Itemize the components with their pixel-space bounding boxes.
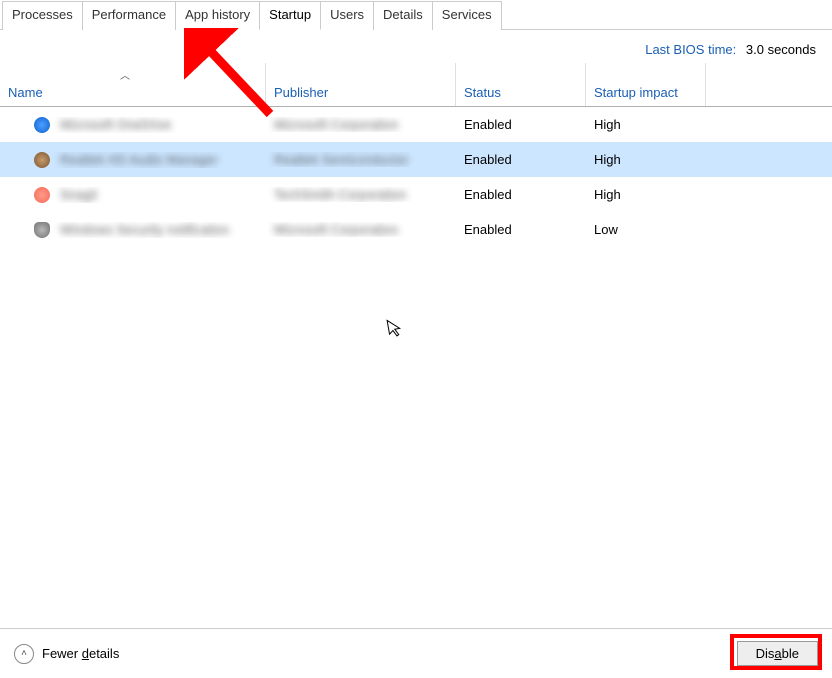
- startup-row[interactable]: Microsoft OneDrive Microsoft Corporation…: [0, 107, 832, 142]
- app-name: Microsoft OneDrive: [60, 117, 171, 132]
- tab-services[interactable]: Services: [432, 1, 502, 30]
- startup-row[interactable]: Realtek HD Audio Manager Realtek Semicon…: [0, 142, 832, 177]
- app-name: Windows Security notification: [60, 222, 229, 237]
- app-publisher: Realtek Semiconductor: [274, 152, 408, 167]
- sort-caret-icon: ︿: [120, 67, 130, 82]
- app-impact: Low: [586, 222, 706, 237]
- app-icon: [34, 222, 50, 238]
- fewer-details-button[interactable]: ˄ Fewer details: [14, 644, 119, 664]
- app-impact: High: [586, 187, 706, 202]
- col-header-publisher[interactable]: Publisher: [266, 63, 456, 106]
- app-status: Enabled: [456, 117, 586, 132]
- app-publisher: TechSmith Corporation: [274, 187, 406, 202]
- col-header-name[interactable]: Name: [0, 63, 266, 106]
- tab-startup[interactable]: Startup: [259, 1, 321, 30]
- tab-performance[interactable]: Performance: [82, 1, 176, 30]
- app-name: Realtek HD Audio Manager: [60, 152, 218, 167]
- app-status: Enabled: [456, 187, 586, 202]
- app-impact: High: [586, 117, 706, 132]
- tab-details[interactable]: Details: [373, 1, 433, 30]
- bios-time-label: Last BIOS time:: [645, 42, 736, 57]
- fewer-details-label: Fewer details: [42, 646, 119, 661]
- bios-time-value: 3.0 seconds: [746, 42, 816, 57]
- tab-users[interactable]: Users: [320, 1, 374, 30]
- app-icon: [34, 187, 50, 203]
- disable-button[interactable]: Disable: [737, 641, 818, 666]
- startup-row[interactable]: Snagit TechSmith Corporation Enabled Hig…: [0, 177, 832, 212]
- mouse-cursor-icon: [386, 317, 406, 344]
- app-publisher: Microsoft Corporation: [274, 117, 398, 132]
- startup-row[interactable]: Windows Security notification Microsoft …: [0, 212, 832, 247]
- app-name: Snagit: [60, 187, 97, 202]
- app-status: Enabled: [456, 152, 586, 167]
- app-publisher: Microsoft Corporation: [274, 222, 398, 237]
- footer-bar: ˄ Fewer details Disable: [0, 628, 832, 678]
- app-status: Enabled: [456, 222, 586, 237]
- app-icon: [34, 117, 50, 133]
- app-icon: [34, 152, 50, 168]
- tab-app-history[interactable]: App history: [175, 1, 260, 30]
- startup-list: Microsoft OneDrive Microsoft Corporation…: [0, 107, 832, 247]
- tab-processes[interactable]: Processes: [2, 1, 83, 30]
- column-headers: ︿ Name Publisher Status Startup impact: [0, 63, 832, 107]
- col-header-status[interactable]: Status: [456, 63, 586, 106]
- app-impact: High: [586, 152, 706, 167]
- chevron-up-icon: ˄: [14, 644, 34, 664]
- col-header-impact[interactable]: Startup impact: [586, 63, 706, 106]
- bios-time-bar: Last BIOS time: 3.0 seconds: [0, 30, 832, 63]
- tab-bar: Processes Performance App history Startu…: [0, 0, 832, 30]
